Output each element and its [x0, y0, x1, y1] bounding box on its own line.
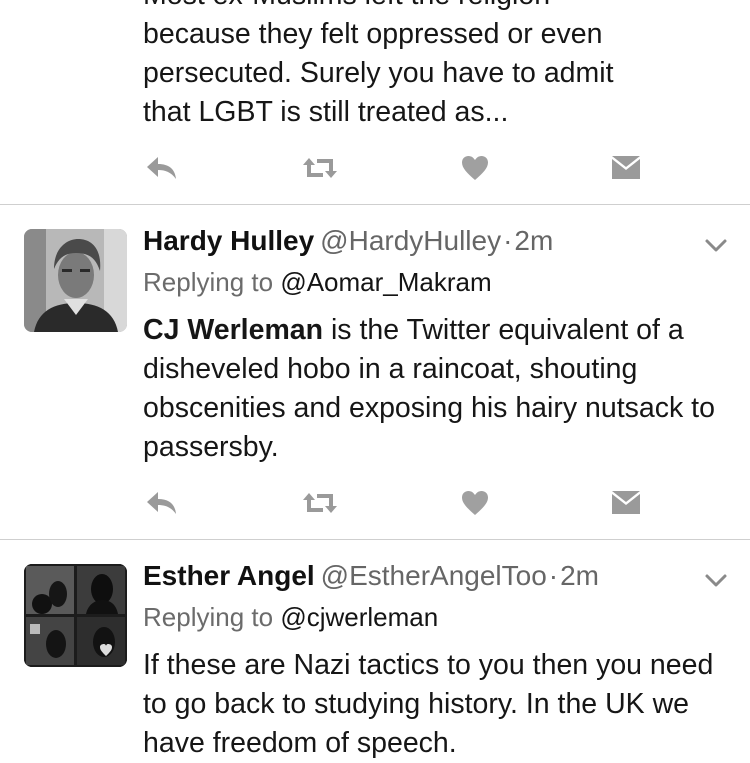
tweet-text-line: because they felt oppressed or even	[143, 18, 603, 50]
tweet-header: Esther Angel @EstherAngelToo·2m	[143, 560, 599, 592]
retweet-icon	[303, 493, 337, 513]
like-button[interactable]	[461, 487, 489, 519]
replying-to-handle[interactable]: @cjwerleman	[280, 602, 438, 632]
chevron-down-icon[interactable]	[704, 568, 728, 592]
retweet-button[interactable]	[301, 487, 339, 519]
timestamp[interactable]: 2m	[560, 560, 599, 591]
tweet-actions	[143, 152, 663, 184]
tweet-text-line: persecuted. Surely you have to admit	[143, 57, 614, 89]
retweet-icon	[303, 158, 337, 178]
replying-to-label: Replying to	[143, 267, 274, 297]
heart-icon	[462, 491, 488, 515]
replying-to-handle[interactable]: @Aomar_Makram	[280, 267, 491, 297]
replying-to-label: Replying to	[143, 602, 274, 632]
display-name[interactable]: Hardy Hulley	[143, 225, 314, 256]
tweet-card[interactable]: Esther Angel @EstherAngelToo·2m Replying …	[0, 540, 750, 759]
separator-dot: ·	[548, 560, 559, 591]
reply-icon	[147, 492, 176, 514]
mention-name[interactable]: CJ Werleman	[143, 314, 323, 346]
tweet-card[interactable]: Hardy Hulley @HardyHulley·2m Replying to …	[0, 205, 750, 539]
user-handle[interactable]: @HardyHulley	[320, 225, 501, 256]
tweet-text: Most ex-Muslims left the religion becaus…	[143, 0, 733, 132]
tweet-text-line: that LGBT is still treated as...	[143, 96, 509, 128]
tweet-card[interactable]: Most ex-Muslims left the religion becaus…	[0, 0, 750, 204]
tweet-text-line: Most ex-Muslims left the religion	[143, 0, 733, 15]
tweet-actions	[143, 487, 663, 519]
reply-icon	[147, 157, 176, 179]
separator-dot: ·	[503, 225, 513, 256]
timestamp[interactable]: 2m	[514, 225, 553, 256]
dm-button[interactable]	[611, 487, 641, 519]
avatar[interactable]	[24, 229, 127, 332]
avatar[interactable]	[24, 564, 127, 667]
envelope-icon	[612, 491, 640, 514]
user-handle[interactable]: @EstherAngelToo	[321, 560, 547, 591]
tweet-header: Hardy Hulley @HardyHulley·2m	[143, 225, 553, 257]
tweet-text: CJ Werleman is the Twitter equivalent of…	[143, 311, 733, 467]
retweet-button[interactable]	[301, 152, 339, 184]
tweet-text: If these are Nazi tactics to you then yo…	[143, 649, 714, 759]
reply-button[interactable]	[145, 487, 179, 519]
display-name[interactable]: Esther Angel	[143, 560, 315, 591]
heart-icon	[462, 156, 488, 180]
like-button[interactable]	[461, 152, 489, 184]
chevron-down-icon[interactable]	[704, 233, 728, 257]
replying-to: Replying to @Aomar_Makram	[143, 267, 492, 298]
dm-button[interactable]	[611, 152, 641, 184]
envelope-icon	[612, 156, 640, 179]
reply-button[interactable]	[145, 152, 179, 184]
replying-to: Replying to @cjwerleman	[143, 602, 438, 633]
